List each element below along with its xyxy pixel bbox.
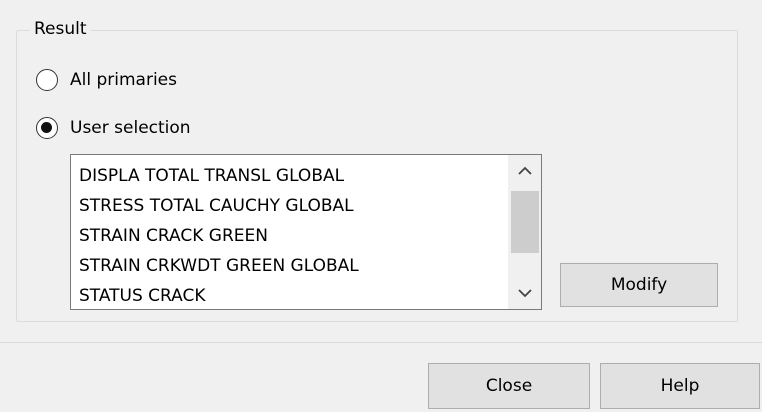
chevron-up-icon <box>518 166 532 175</box>
group-title: Result <box>30 18 91 40</box>
scroll-thumb[interactable] <box>511 191 539 253</box>
list-item[interactable]: STRESS TOTAL CAUCHY GLOBAL <box>79 191 507 221</box>
list-item[interactable]: STATUS CRACK <box>79 281 507 309</box>
radio-user-selection-label: User selection <box>70 118 191 138</box>
list-item[interactable]: STRAIN CRACK GREEN <box>79 221 507 251</box>
list-item[interactable]: DISPLA TOTAL TRANSL GLOBAL <box>79 161 507 191</box>
scroll-up-button[interactable] <box>509 155 541 187</box>
listbox-scrollbar[interactable] <box>508 155 541 309</box>
list-item[interactable]: STRAIN CRKWDT GREEN GLOBAL <box>79 251 507 281</box>
close-button[interactable]: Close <box>428 363 590 409</box>
scroll-down-button[interactable] <box>509 277 541 309</box>
radio-user-selection[interactable]: User selection <box>36 114 191 142</box>
separator <box>0 342 762 343</box>
result-listbox[interactable]: DISPLA TOTAL TRANSL GLOBAL STRESS TOTAL … <box>70 154 542 310</box>
chevron-down-icon <box>518 289 532 298</box>
help-button[interactable]: Help <box>600 363 760 409</box>
modify-button[interactable]: Modify <box>560 263 718 307</box>
radio-all-primaries-indicator[interactable] <box>36 69 58 91</box>
radio-all-primaries-label: All primaries <box>70 70 177 90</box>
radio-user-selection-indicator[interactable] <box>36 117 58 139</box>
radio-all-primaries[interactable]: All primaries <box>36 66 177 94</box>
